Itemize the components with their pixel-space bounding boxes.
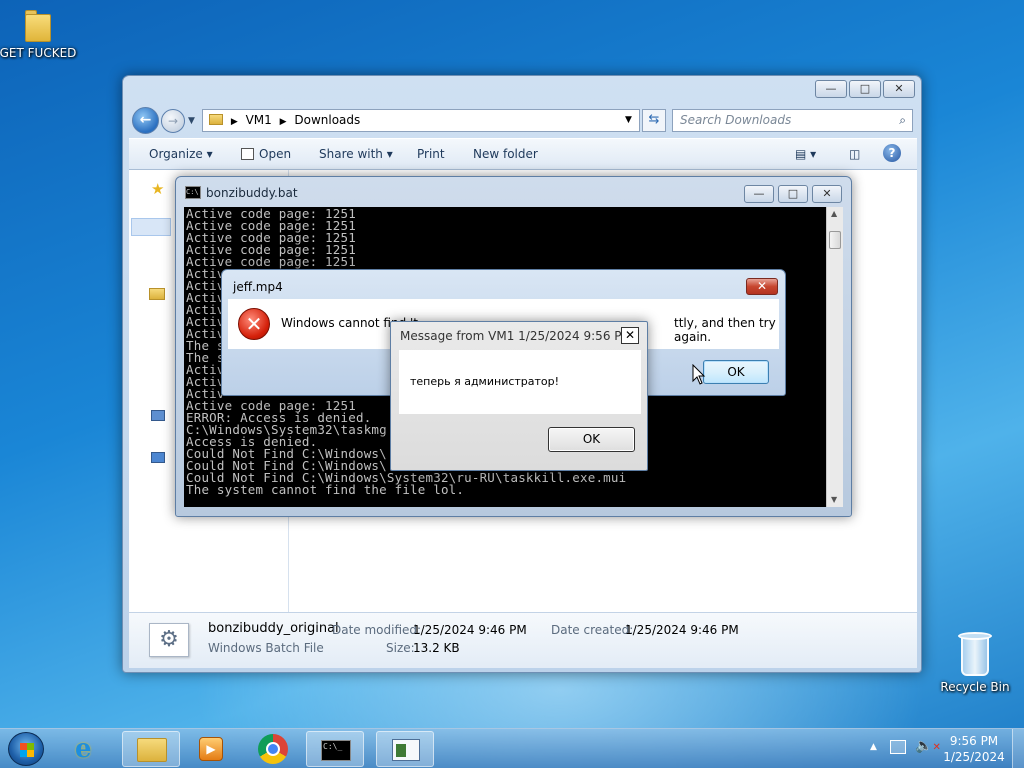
message-text: теперь я администратор! <box>410 375 560 388</box>
date-created-label: Date created: <box>551 623 634 637</box>
print-button[interactable]: Print <box>417 147 445 161</box>
forward-button[interactable]: → <box>161 109 185 133</box>
message-dialog: Message from VM1 1/25/2024 9:56 PM ✕ теп… <box>390 321 648 471</box>
recycle-bin-icon <box>957 630 993 676</box>
folder-small-icon <box>209 114 223 125</box>
desktop-folder-icon[interactable]: GET FUCKED <box>0 8 80 60</box>
search-icon: ⌕ <box>899 113 906 127</box>
breadcrumb-arrow-icon: ▶ <box>279 117 287 127</box>
open-button[interactable]: Open <box>241 147 291 161</box>
jeff-ok-button[interactable]: OK <box>703 360 769 384</box>
batch-file-gear-icon: ⚙ <box>149 623 189 657</box>
taskbar-media-player[interactable]: ▶ <box>183 731 241 767</box>
breadcrumb-downloads[interactable]: Downloads <box>294 113 360 127</box>
date-modified-label: Date modified: <box>332 623 422 637</box>
cmd-close-button[interactable]: ✕ <box>812 185 842 203</box>
new-folder-button[interactable]: New folder <box>473 147 538 161</box>
back-button[interactable]: ← <box>132 107 159 134</box>
message-dialog-title: Message from VM1 1/25/2024 9:56 PM <box>400 329 632 343</box>
media-player-icon: ▶ <box>199 737 223 761</box>
details-file-name: bonzibuddy_original <box>208 621 339 636</box>
minimize-button[interactable]: — <box>815 80 847 98</box>
breadcrumb-vm1[interactable]: VM1 <box>246 113 272 127</box>
address-dropdown-icon[interactable]: ▼ <box>625 110 632 131</box>
computer-icon[interactable] <box>151 410 165 421</box>
size-label: Size: <box>386 641 415 655</box>
change-view-icon[interactable]: ▤ ▾ <box>795 147 816 161</box>
internet-explorer-icon: e <box>75 734 92 764</box>
jeff-dialog-title: jeff.mp4 <box>233 280 283 294</box>
nav-downloads-selected[interactable] <box>131 218 171 236</box>
cmd-taskbar-icon: C:\_ <box>321 740 351 761</box>
jeff-message-end: ttly, and then try again. <box>674 316 776 344</box>
start-button[interactable] <box>8 732 44 766</box>
preview-pane-icon[interactable]: ◫ <box>849 147 860 161</box>
console-line: The system cannot find the file lol. <box>186 482 465 497</box>
folders-icon <box>137 738 167 762</box>
cmd-title: bonzibuddy.bat <box>206 186 298 200</box>
volume-muted-icon[interactable]: 🔈✕ <box>915 738 941 754</box>
message-ok-button[interactable]: OK <box>548 427 635 452</box>
folder-icon <box>23 8 53 42</box>
breadcrumb-arrow-icon: ▶ <box>230 117 238 127</box>
scroll-up-icon[interactable]: ▲ <box>831 209 837 218</box>
taskbar: e ▶ C:\_ ▲ 🔈✕ 9:56 PM 1/25/2024 <box>0 728 1024 768</box>
jeff-dialog-close-button[interactable]: ✕ <box>746 278 778 295</box>
refresh-button[interactable]: ⇆ <box>642 109 666 132</box>
date-modified-value: 1/25/2024 9:46 PM <box>413 623 527 637</box>
clock-time: 9:56 PM <box>949 734 999 748</box>
scroll-thumb[interactable] <box>829 231 841 249</box>
size-value: 13.2 KB <box>413 641 460 655</box>
details-file-type: Windows Batch File <box>208 641 324 655</box>
close-button[interactable]: ✕ <box>883 80 915 98</box>
organize-button[interactable]: Organize ▾ <box>149 147 213 161</box>
address-bar[interactable]: ▶ VM1 ▶ Downloads ▼ <box>202 109 640 132</box>
command-bar: Organize ▾ Open Share with ▾ Print New f… <box>129 138 917 170</box>
network-icon[interactable] <box>151 452 165 463</box>
network-tray-icon[interactable] <box>890 740 906 754</box>
cmd-scrollbar[interactable]: ▲ ▼ <box>826 207 843 507</box>
mouse-cursor-icon <box>692 364 706 385</box>
taskbar-chrome[interactable] <box>244 731 302 767</box>
date-created-value: 1/25/2024 9:46 PM <box>625 623 739 637</box>
show-hidden-icons-button[interactable]: ▲ <box>870 742 877 752</box>
desktop-folder-label: GET FUCKED <box>0 46 77 60</box>
share-with-button[interactable]: Share with ▾ <box>319 147 393 161</box>
recent-pages-chevron-icon[interactable]: ▼ <box>188 116 195 126</box>
cmd-maximize-button[interactable]: □ <box>778 185 808 203</box>
taskbar-cmd[interactable]: C:\_ <box>306 731 364 767</box>
taskbar-ie[interactable]: e <box>60 731 118 767</box>
window-app-icon <box>392 739 420 761</box>
clock[interactable]: 9:56 PM 1/25/2024 <box>940 733 1008 765</box>
recycle-bin[interactable]: Recycle Bin <box>933 630 1017 694</box>
scroll-down-icon[interactable]: ▼ <box>831 495 837 504</box>
search-placeholder: Search Downloads <box>680 113 792 127</box>
cmd-icon: C:\ <box>185 186 201 199</box>
recycle-bin-label: Recycle Bin <box>940 680 1010 694</box>
open-icon <box>241 148 254 160</box>
maximize-button[interactable]: □ <box>849 80 881 98</box>
clock-date: 1/25/2024 <box>943 750 1005 764</box>
error-icon: ✕ <box>238 308 270 340</box>
favorites-star-icon[interactable]: ★ <box>151 180 164 198</box>
show-desktop-button[interactable] <box>1012 729 1024 768</box>
taskbar-app[interactable] <box>376 731 434 767</box>
message-dialog-close-button[interactable]: ✕ <box>621 327 639 344</box>
search-input[interactable]: Search Downloads ⌕ <box>672 109 913 132</box>
taskbar-explorer[interactable] <box>122 731 180 767</box>
message-dialog-body: теперь я администратор! <box>399 350 641 414</box>
help-icon[interactable]: ? <box>883 144 901 162</box>
chrome-icon <box>258 734 288 764</box>
details-pane: ⚙ bonzibuddy_original Windows Batch File… <box>129 612 917 668</box>
libraries-icon[interactable] <box>149 288 165 300</box>
cmd-minimize-button[interactable]: — <box>744 185 774 203</box>
